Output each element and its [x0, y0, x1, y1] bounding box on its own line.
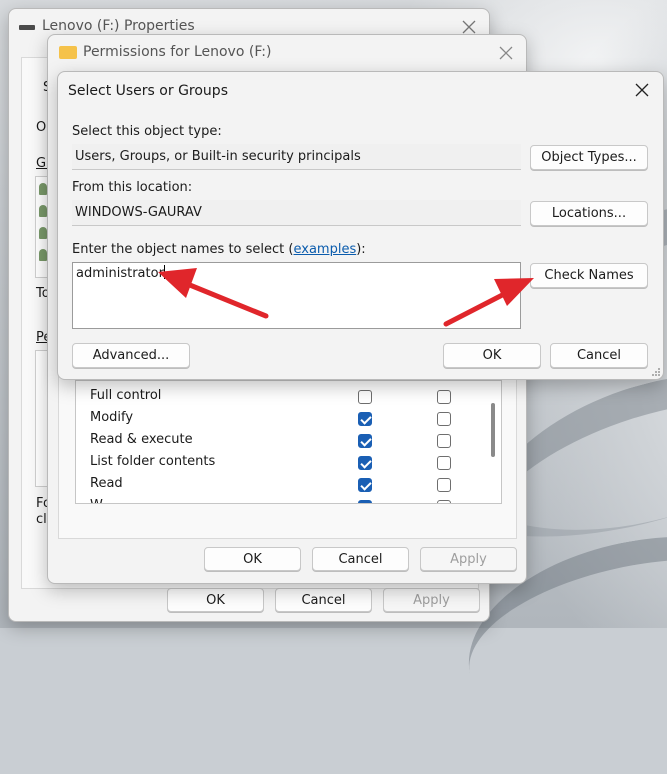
arrow-to-input [158, 268, 269, 319]
arrow-to-check-names [443, 278, 534, 327]
annotation-arrows [158, 268, 534, 327]
